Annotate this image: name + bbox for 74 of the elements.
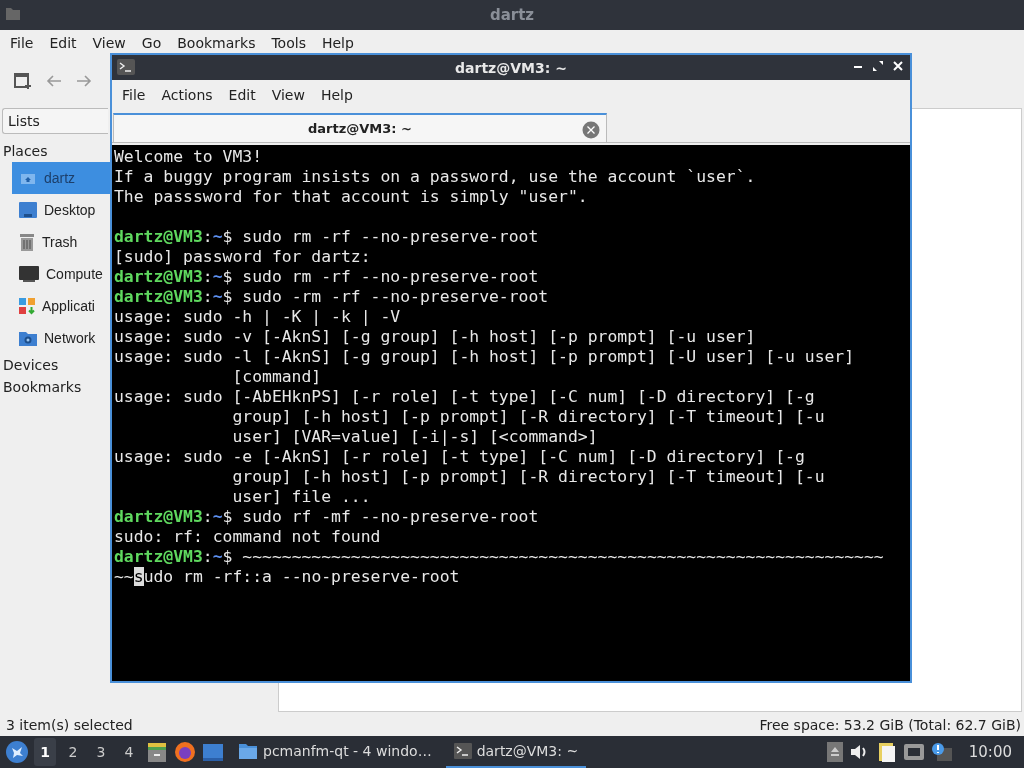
status-text: 3 item(s) selected [6,717,133,733]
terminal-output-line: group] [-h host] [-p prompt] [-R directory] [-T timeout] [-u [231,467,826,487]
terminal-output-line: Welcome to VM3! [114,147,264,167]
terminal-output-line: group] [-h host] [-p prompt] [-R directory] [-T timeout] [-u [231,407,826,427]
terminal-screen[interactable] [112,145,910,681]
close-icon[interactable] [892,60,904,72]
workspace-button[interactable]: 4 [118,738,140,766]
eject-icon[interactable] [826,742,843,762]
terminal-output-line: user] [VAR=value] [-i|-s] [<command>] [231,427,599,447]
menu-item[interactable]: Bookmarks [169,35,264,51]
clock[interactable]: 10:00 [958,743,1018,761]
sidebar-item[interactable]: Desktop [12,194,110,226]
menu-item[interactable]: Go [133,35,170,51]
menu-item[interactable]: Actions [153,87,221,103]
maximize-icon[interactable] [872,60,884,72]
network-folder-icon [18,329,38,347]
menu-item[interactable]: Help [313,35,362,51]
terminal-icon [453,743,472,759]
notification-icon[interactable] [930,742,953,762]
window-title: dartz@VM3: ~ [455,59,567,76]
menu-item[interactable]: View [263,87,313,103]
terminal-output-line: [sudo] password for dartz: [114,247,372,267]
terminal-prompt-line: dartz@VM3:~$ sudo rf -mf --no-preserve-root [114,507,540,527]
terminal-output-line: sudo: rf: command not found [114,527,382,547]
menu-item[interactable]: View [84,35,134,51]
app-menu-icon[interactable] [6,741,28,763]
terminal-icon [117,59,135,75]
sidebar-section-header[interactable]: Bookmarks [2,376,83,398]
monitor-icon [18,265,40,283]
sidebar-item[interactable]: Network [12,322,110,354]
terminal-tab[interactable]: dartz@VM3: ~ [113,113,607,142]
window-title: dartz [489,6,535,24]
sidebar-section-header[interactable]: Places [2,140,49,162]
terminal-output-line: usage: sudo [-AbEHknPS] [-r role] [-t type] [-C num] [-D directory] [-g [114,387,816,407]
desktop-folder-icon [18,201,38,219]
sidebar-item[interactable]: Applicati [12,290,110,322]
terminal-prompt-line: dartz@VM3:~$ sudo rm -rf --no-preserve-root [114,267,540,287]
terminal-prompt-line: dartz@VM3:~$ ~~~~~~~~~~~~~~~~~~~~~~~~~~~~~~~~~~~~~~~~~~~~~~~~~~~~~~~~~~~~~~~~~ [114,547,885,567]
menu-item[interactable]: File [2,35,42,51]
terminal-output-line: usage: sudo -l [-AknS] [-g group] [-h host] [-p prompt] [-U user] [-u user] [114,347,856,367]
menu-item[interactable]: Edit [41,35,85,51]
trash-icon [18,232,36,252]
workspace-button[interactable]: 2 [62,738,84,766]
folder-icon [5,6,21,22]
workspace-button[interactable]: 1 [34,738,56,766]
new-tab-icon[interactable] [14,72,32,90]
network-wired-icon[interactable] [902,742,925,762]
workspace-button[interactable]: 3 [90,738,112,766]
menu-item[interactable]: Tools [263,35,314,51]
terminal-output-line: The passsword for that account is simply "user". [114,187,589,207]
applications-icon [18,297,36,315]
clipboard-icon[interactable] [876,741,897,763]
terminal-prompt-line: dartz@VM3:~$ sudo rm -rf --no-preserve-root [114,227,540,247]
terminal-output-line: [command] [231,367,323,387]
free-space-text: Free space: 53.2 GiB (Total: 62.7 GiB) [759,717,1021,733]
taskbar-task[interactable]: pcmanfm-qt - 4 windo… [230,736,440,768]
view-mode-dropdown[interactable]: Lists [2,108,108,134]
taskbar-task[interactable]: dartz@VM3: ~ [445,736,587,768]
menu-item[interactable]: Help [312,87,361,103]
terminal-output-line: usage: sudo -v [-AknS] [-g group] [-h host] [-p prompt] [-u user] [114,327,757,347]
sidebar-item[interactable]: Trash [12,226,110,258]
terminal-output-line: usage: sudo -h | -K | -k | -V [114,307,402,327]
desktop-icon[interactable] [202,742,224,762]
terminal-output-line: user] file ... [231,487,372,507]
file-cabinet-icon[interactable] [146,741,168,763]
sidebar-item[interactable]: Compute [12,258,110,290]
terminal-output-line: If a buggy program insists on a password, use the account `user`. [114,167,757,187]
menu-item[interactable]: Edit [220,87,264,103]
terminal-output-line: usage: sudo -e [-AknS] [-r role] [-t type] [-C num] [-D directory] [-g [114,447,806,467]
terminal-input-line: ~~sudo rm -rf::a --no-preserve-root [114,567,461,587]
terminal-prompt-line: dartz@VM3:~$ sudo -rm -rf --no-preserve-root [114,287,550,307]
sidebar-section-header[interactable]: Devices [2,354,60,376]
folder-icon [238,742,258,760]
menu-item[interactable]: File [114,87,154,103]
